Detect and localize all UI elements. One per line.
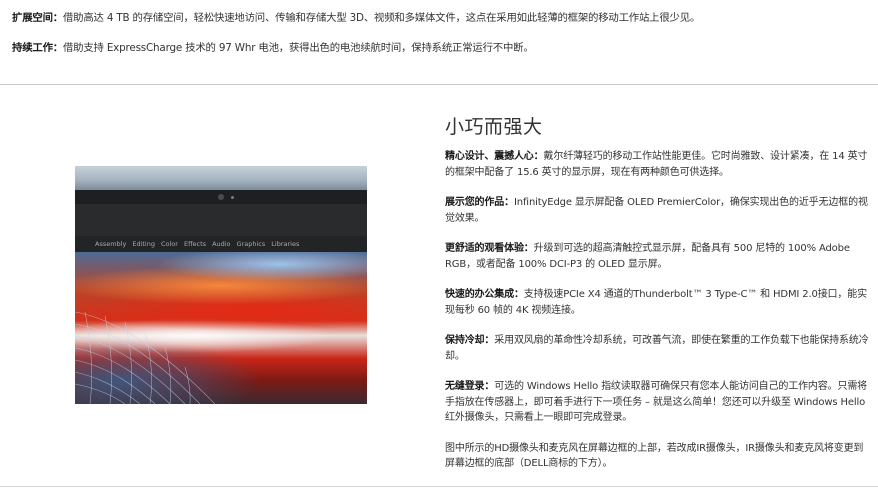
feature-label: 持续工作： bbox=[12, 42, 63, 54]
camera-sensor-icon bbox=[231, 196, 234, 199]
menu-item-graphics: Graphics bbox=[236, 240, 266, 248]
menu-item-audio: Audio bbox=[212, 240, 231, 248]
screen-artwork bbox=[75, 252, 367, 404]
feature-text: 借助高达 4 TB 的存储空间，轻松快速地访问、传输和存储大型 3D、视频和多媒… bbox=[62, 12, 701, 24]
camera-note: 图中所示的HD摄像头和麦克风在屏幕边框的上部，若改成IR摄像头，IR摄像头和麦克… bbox=[445, 441, 870, 472]
menu-item-assembly: Assembly bbox=[95, 240, 127, 248]
feature-text: 可选的 Windows Hello 指纹读取器可确保只有您本人能访问自己的工作内… bbox=[445, 381, 868, 423]
laptop-bezel bbox=[75, 190, 367, 204]
feature-label: 展示您的作品： bbox=[445, 197, 514, 208]
feature-label: 快速的办公集成： bbox=[445, 289, 524, 300]
feature-text: 采用双风扇的革命性冷却系统，可改善气流，即使在繁重的工作负载下也能保持系统冷却。 bbox=[445, 335, 869, 362]
feature-list-top: 扩展空间：借助高达 4 TB 的存储空间，轻松快速地访问、传输和存储大型 3D、… bbox=[12, 10, 867, 71]
feature-expand-storage: 扩展空间：借助高达 4 TB 的存储空间，轻松快速地访问、传输和存储大型 3D、… bbox=[12, 10, 867, 27]
feature-label: 精心设计、震撼人心： bbox=[445, 151, 544, 162]
section-small-powerful: 小巧而强大 精心设计、震撼人心：戴尔纤薄轻巧的移动工作站性能更佳。它时尚雅致、设… bbox=[445, 112, 870, 487]
feature-connectivity: 快速的办公集成：支持极速PCIe X4 通道的Thunderbolt™ 3 Ty… bbox=[445, 287, 870, 318]
bottom-divider bbox=[0, 486, 878, 487]
feature-label: 扩展空间： bbox=[12, 12, 63, 24]
laptop-lid-edge bbox=[75, 166, 367, 190]
feature-design: 精心设计、震撼人心：戴尔纤薄轻巧的移动工作站性能更佳。它时尚雅致、设计紧凑，在 … bbox=[445, 149, 870, 180]
feature-battery: 持续工作：借助支持 ExpressCharge 技术的 97 Whr 电池，获得… bbox=[12, 40, 867, 57]
camera-icon bbox=[218, 194, 224, 200]
feature-label: 保持冷却： bbox=[445, 335, 495, 346]
product-image: Assembly Editing Color Effects Audio Gra… bbox=[75, 166, 367, 404]
app-menu-bar: Assembly Editing Color Effects Audio Gra… bbox=[75, 236, 367, 252]
feature-label: 更舒适的观看体验： bbox=[445, 243, 534, 254]
feature-text: 借助支持 ExpressCharge 技术的 97 Whr 电池，获得出色的电池… bbox=[62, 42, 534, 54]
feature-login: 无缝登录：可选的 Windows Hello 指纹读取器可确保只有您本人能访问自… bbox=[445, 379, 870, 426]
menu-item-libraries: Libraries bbox=[271, 240, 300, 248]
section-divider bbox=[0, 84, 878, 85]
app-toolbar bbox=[75, 204, 367, 236]
feature-cooling: 保持冷却：采用双风扇的革命性冷却系统，可改善气流，即使在繁重的工作负载下也能保持… bbox=[445, 333, 870, 364]
section-title: 小巧而强大 bbox=[445, 116, 543, 138]
wireframe-mesh-graphic bbox=[75, 311, 215, 404]
feature-label: 无缝登录： bbox=[445, 381, 495, 392]
menu-item-editing: Editing bbox=[132, 240, 155, 248]
feature-display: 展示您的作品：InfinityEdge 显示屏配备 OLED PremierCo… bbox=[445, 195, 870, 226]
feature-viewing: 更舒适的观看体验：升级到可选的超高清触控式显示屏，配备具有 500 尼特的 10… bbox=[445, 241, 870, 272]
menu-item-effects: Effects bbox=[183, 240, 207, 248]
menu-item-color: Color bbox=[160, 240, 178, 248]
feature-text: 图中所示的HD摄像头和麦克风在屏幕边框的上部，若改成IR摄像头，IR摄像头和麦克… bbox=[445, 442, 864, 470]
